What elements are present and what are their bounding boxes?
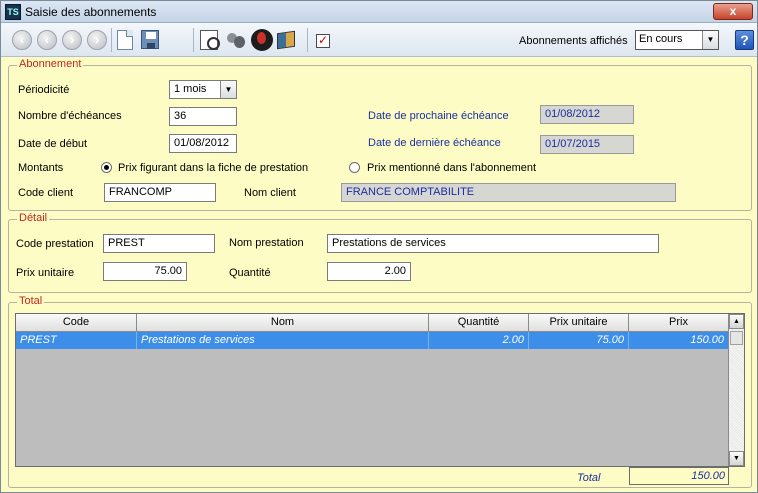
periodicite-select[interactable]: 1 mois ▼ — [169, 80, 237, 99]
last-record-icon[interactable]: › — [87, 30, 107, 50]
cell-prix-unitaire: 75.00 — [529, 332, 629, 349]
code-prestation-input[interactable]: PREST — [103, 234, 215, 253]
total-legend: Total — [17, 295, 45, 307]
save-icon[interactable] — [141, 30, 159, 49]
chevron-down-icon[interactable]: ▼ — [702, 31, 718, 49]
prochaine-echeance-label: Date de prochaine échéance — [368, 110, 509, 122]
column-header-prix[interactable]: Prix — [629, 314, 729, 332]
total-value: 150.00 — [629, 467, 729, 485]
quantite-input[interactable]: 2.00 — [327, 262, 411, 281]
abonnements-affiches-value: En cours — [639, 33, 683, 45]
code-client-input[interactable]: FRANCOMP — [104, 183, 216, 202]
abonnements-affiches-select[interactable]: En cours ▼ — [635, 30, 719, 50]
derniere-echeance-field: 01/07/2015 — [540, 135, 634, 154]
prix-unitaire-label: Prix unitaire — [16, 267, 75, 279]
nom-client-label: Nom client — [244, 187, 296, 199]
column-header-quantite[interactable]: Quantité — [429, 314, 529, 332]
nom-prestation-label: Nom prestation — [229, 237, 304, 249]
book-icon[interactable] — [277, 30, 295, 50]
toolbar-separator — [193, 28, 194, 52]
close-button[interactable]: x — [713, 3, 753, 20]
detail-group: Détail — [8, 212, 752, 293]
cell-code: PREST — [16, 332, 137, 349]
nom-prestation-input[interactable]: Prestations de services — [327, 234, 659, 253]
next-record-icon[interactable]: › — [62, 30, 82, 50]
radio-prix-abonnement[interactable] — [349, 162, 360, 173]
help-button[interactable]: ? — [735, 30, 754, 50]
radio-prix-fiche-label[interactable]: Prix figurant dans la fiche de prestatio… — [118, 162, 308, 174]
abonnement-legend: Abonnement — [17, 58, 84, 70]
toolbar-separator — [307, 28, 308, 52]
previous-record-icon[interactable]: ‹ — [37, 30, 57, 50]
quantite-label: Quantité — [229, 267, 271, 279]
print-preview-icon[interactable] — [200, 30, 220, 50]
abonnements-affiches-label: Abonnements affichés — [519, 35, 628, 47]
title-bar: TS Saisie des abonnements x — [1, 1, 757, 23]
vertical-scrollbar[interactable]: ▲ ▼ — [728, 314, 744, 466]
new-document-icon[interactable] — [117, 30, 133, 50]
detail-legend: Détail — [17, 212, 50, 224]
derniere-echeance-label: Date de dernière échéance — [368, 137, 501, 149]
table-header: Code Nom Quantité Prix unitaire Prix — [16, 314, 729, 332]
first-record-icon[interactable]: ‹ — [12, 30, 32, 50]
nb-echeances-label: Nombre d'échéances — [18, 110, 122, 122]
date-debut-label: Date de début — [18, 138, 88, 150]
nom-client-field: FRANCE COMPTABILITE — [341, 183, 676, 202]
cell-nom: Prestations de services — [137, 332, 429, 349]
cell-quantite: 2.00 — [429, 332, 529, 349]
column-header-code[interactable]: Code — [16, 314, 137, 332]
prochaine-echeance-field: 01/08/2012 — [540, 105, 634, 124]
code-prestation-label: Code prestation — [16, 238, 94, 250]
periodicite-value: 1 mois — [174, 83, 207, 95]
total-label: Total — [577, 472, 601, 484]
user-icon[interactable] — [251, 29, 273, 51]
clients-icon[interactable] — [226, 30, 246, 50]
app-icon: TS — [5, 4, 21, 20]
main-window: TS Saisie des abonnements x ‹ ‹ › › ✓ Ab… — [0, 0, 758, 493]
montants-label: Montants — [18, 162, 64, 174]
prestations-table: Code Nom Quantité Prix unitaire Prix PRE… — [15, 313, 745, 467]
toolbar-separator — [111, 28, 112, 52]
checkbox-icon[interactable]: ✓ — [316, 34, 330, 48]
column-header-nom[interactable]: Nom — [137, 314, 429, 332]
scroll-up-icon[interactable]: ▲ — [729, 314, 744, 329]
scroll-down-icon[interactable]: ▼ — [729, 451, 744, 466]
scroll-thumb[interactable] — [730, 331, 743, 345]
periodicite-label: Périodicité — [18, 84, 70, 96]
radio-prix-abonnement-label[interactable]: Prix mentionné dans l'abonnement — [367, 162, 536, 174]
code-client-label: Code client — [18, 187, 74, 199]
nb-echeances-input[interactable]: 36 — [169, 107, 237, 126]
window-title: Saisie des abonnements — [25, 5, 157, 19]
prix-unitaire-input[interactable]: 75.00 — [103, 262, 187, 281]
chevron-down-icon[interactable]: ▼ — [220, 81, 236, 98]
column-header-prix-unitaire[interactable]: Prix unitaire — [529, 314, 629, 332]
table-row[interactable]: PREST Prestations de services 2.00 75.00… — [16, 332, 729, 349]
radio-prix-fiche[interactable] — [101, 162, 112, 173]
date-debut-input[interactable]: 01/08/2012 — [169, 134, 237, 153]
cell-prix: 150.00 — [629, 332, 729, 349]
toolbar: ‹ ‹ › › ✓ Abonnements affichés En cours … — [1, 23, 757, 57]
